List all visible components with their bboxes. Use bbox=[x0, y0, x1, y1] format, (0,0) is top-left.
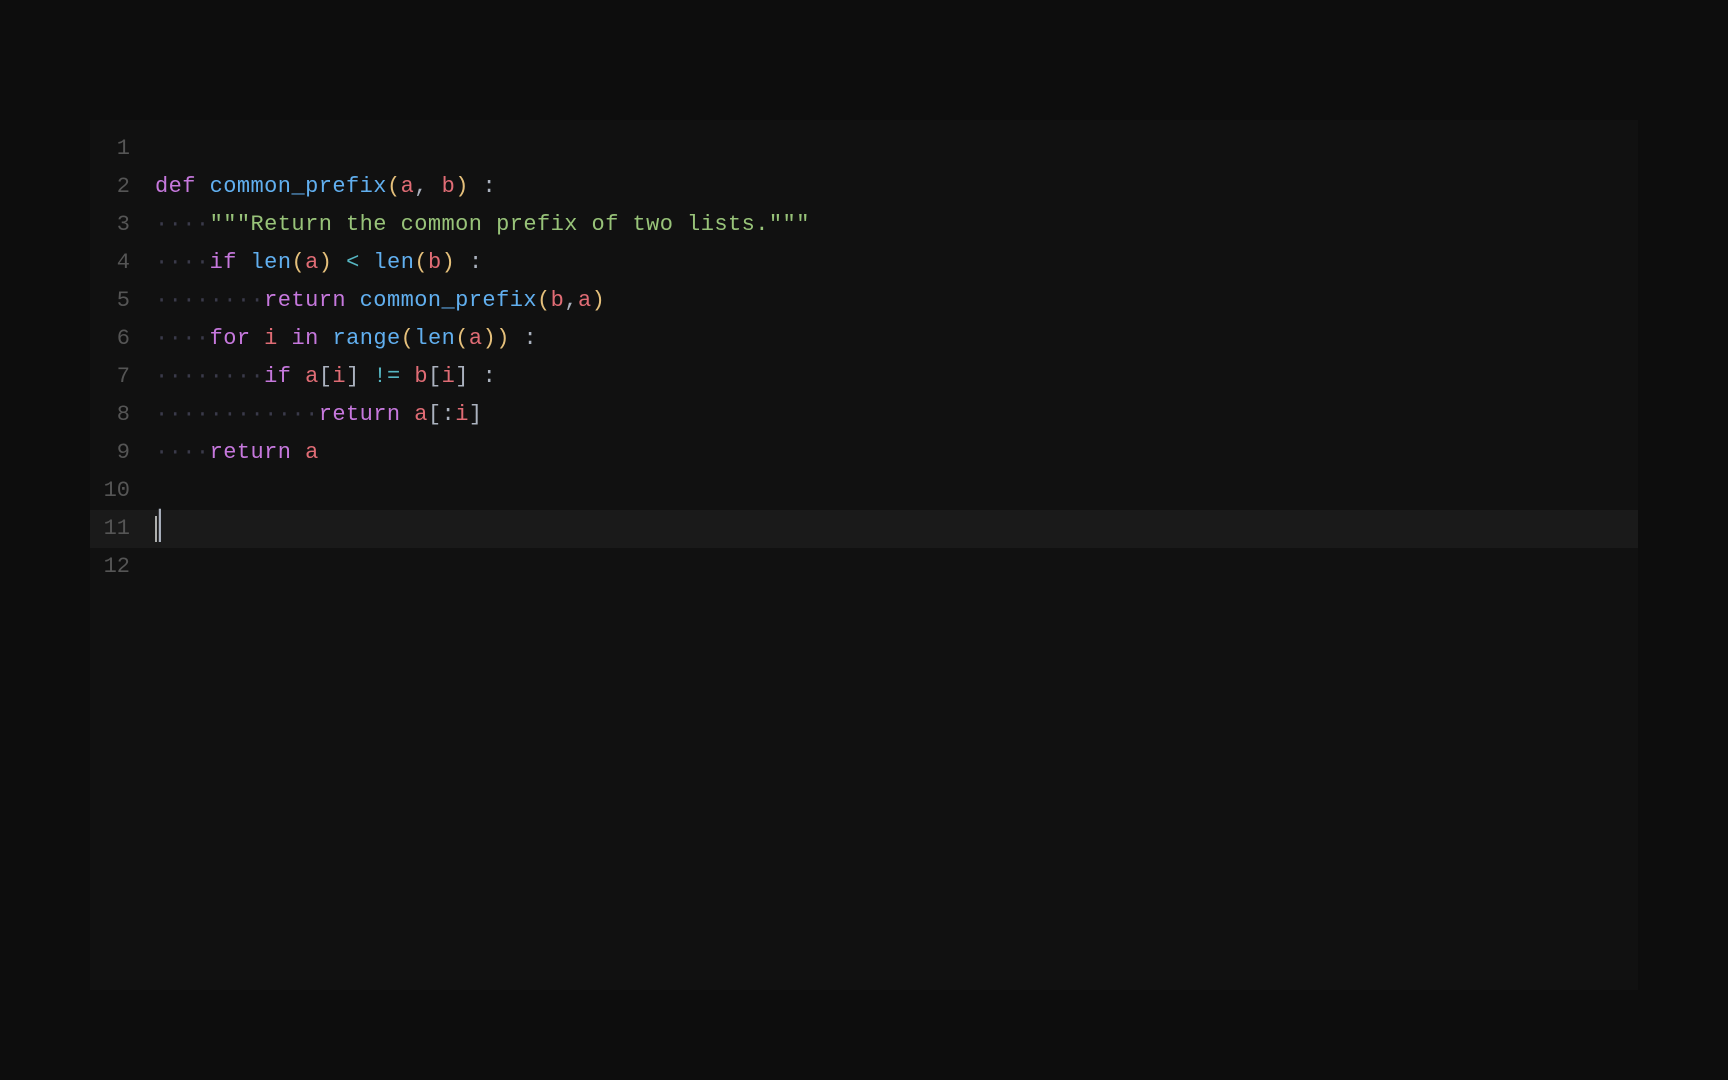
code-line-11: 11 ▏ bbox=[90, 510, 1638, 548]
text-cursor bbox=[155, 516, 157, 542]
line-content-4: ···· if len ( a ) < len ( b ) : bbox=[150, 244, 1638, 282]
line-number-7: 7 bbox=[90, 358, 150, 396]
line-number-5: 5 bbox=[90, 282, 150, 320]
line-content-9: ···· return a bbox=[150, 434, 1638, 472]
code-line-2: 2 def common_prefix ( a , b ) : bbox=[90, 168, 1638, 206]
code-line-9: 9 ···· return a bbox=[90, 434, 1638, 472]
line-number-8: 8 bbox=[90, 396, 150, 434]
cursor-caret: ▏ bbox=[159, 510, 176, 548]
line-number-1: 1 bbox=[90, 130, 150, 168]
line-content-5: ········ return common_prefix ( b , a ) bbox=[150, 282, 1638, 320]
code-editor[interactable]: 1 2 def common_prefix ( a , b ) : 3 ···· bbox=[90, 120, 1638, 990]
line-content-3: ···· """Return the common prefix of two … bbox=[150, 206, 1638, 244]
code-line-10: 10 bbox=[90, 472, 1638, 510]
code-line-8: 8 ············ return a [: i ] bbox=[90, 396, 1638, 434]
code-line-3: 3 ···· """Return the common prefix of tw… bbox=[90, 206, 1638, 244]
line-content-6: ···· for i in range ( len ( a )) : bbox=[150, 320, 1638, 358]
line-number-12: 12 bbox=[90, 548, 150, 586]
line-number-2: 2 bbox=[90, 168, 150, 206]
line-number-4: 4 bbox=[90, 244, 150, 282]
code-line-1: 1 bbox=[90, 130, 1638, 168]
line-number-9: 9 bbox=[90, 434, 150, 472]
line-content-7: ········ if a [ i ] != b [ i ] : bbox=[150, 358, 1638, 396]
function-name: common_prefix bbox=[210, 168, 387, 206]
code-lines: 1 2 def common_prefix ( a , b ) : 3 ···· bbox=[90, 120, 1638, 596]
code-line-5: 5 ········ return common_prefix ( b , a … bbox=[90, 282, 1638, 320]
keyword-def: def bbox=[155, 168, 196, 206]
line-number-6: 6 bbox=[90, 320, 150, 358]
code-line-12: 12 bbox=[90, 548, 1638, 586]
line-content-2: def common_prefix ( a , b ) : bbox=[150, 168, 1638, 206]
line-content-8: ············ return a [: i ] bbox=[150, 396, 1638, 434]
line-content-11: ▏ bbox=[150, 510, 1638, 548]
line-number-10: 10 bbox=[90, 472, 150, 510]
line-number-11: 11 bbox=[90, 510, 150, 548]
code-line-7: 7 ········ if a [ i ] != b [ i ] : bbox=[90, 358, 1638, 396]
docstring: """Return the common prefix of two lists… bbox=[210, 206, 810, 244]
code-line-4: 4 ···· if len ( a ) < len ( b ) : bbox=[90, 244, 1638, 282]
code-line-6: 6 ···· for i in range ( len ( a )) : bbox=[90, 320, 1638, 358]
line-number-3: 3 bbox=[90, 206, 150, 244]
